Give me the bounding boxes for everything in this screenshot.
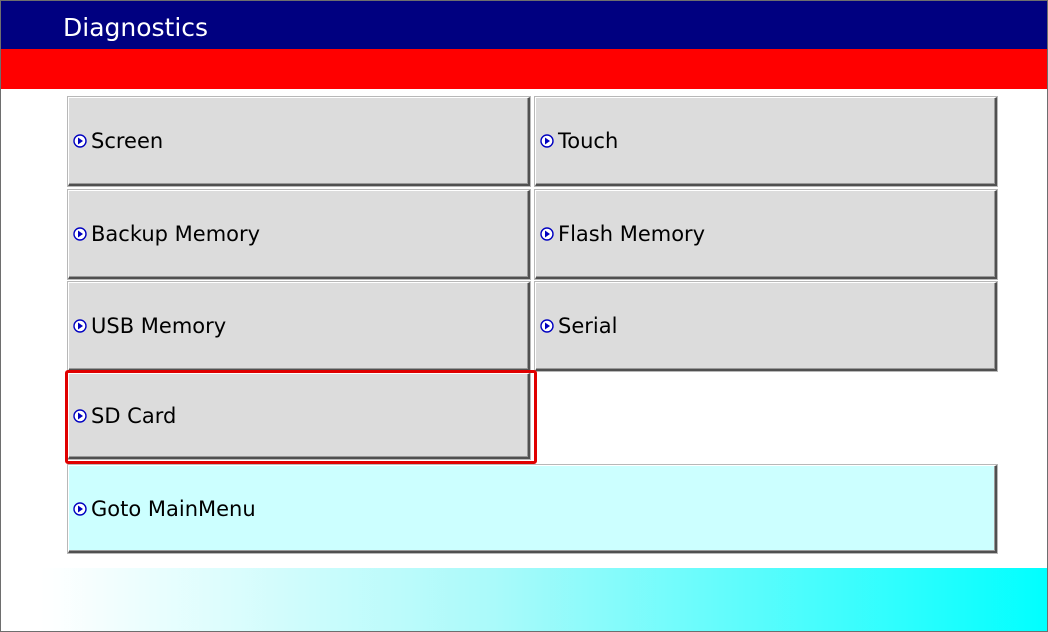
page-title: Diagnostics [63, 13, 209, 42]
usb-memory-button-label: USB Memory [91, 314, 227, 338]
serial-button[interactable]: Serial [535, 282, 997, 371]
diagnostics-screen: Diagnostics Screen Touch Backup Memory F… [0, 0, 1048, 632]
sd-card-button[interactable]: SD Card [68, 373, 530, 459]
circle-arrow-right-icon [73, 408, 87, 423]
flash-memory-button[interactable]: Flash Memory [535, 190, 997, 279]
usb-memory-button[interactable]: USB Memory [68, 282, 530, 371]
header-banner [1, 49, 1047, 89]
circle-arrow-right-icon [540, 319, 554, 333]
backup-memory-button[interactable]: Backup Memory [68, 190, 530, 279]
title-bar: Diagnostics [1, 1, 1047, 49]
footer-gradient-bar [41, 568, 1047, 631]
goto-main-menu-button[interactable]: Goto MainMenu [68, 465, 997, 553]
circle-arrow-right-icon [540, 134, 554, 148]
screen-button-label: Screen [91, 129, 164, 153]
circle-arrow-right-icon [540, 227, 554, 241]
sd-card-button-label: SD Card [91, 403, 177, 428]
flash-memory-button-label: Flash Memory [558, 222, 706, 246]
circle-arrow-right-icon [73, 134, 87, 148]
serial-button-label: Serial [558, 314, 618, 338]
backup-memory-button-label: Backup Memory [91, 222, 261, 246]
goto-main-menu-label: Goto MainMenu [91, 496, 256, 521]
circle-arrow-right-icon [73, 501, 87, 516]
circle-arrow-right-icon [73, 319, 87, 333]
touch-button[interactable]: Touch [535, 97, 997, 186]
screen-button[interactable]: Screen [68, 97, 530, 186]
touch-button-label: Touch [558, 129, 619, 153]
circle-arrow-right-icon [73, 227, 87, 241]
